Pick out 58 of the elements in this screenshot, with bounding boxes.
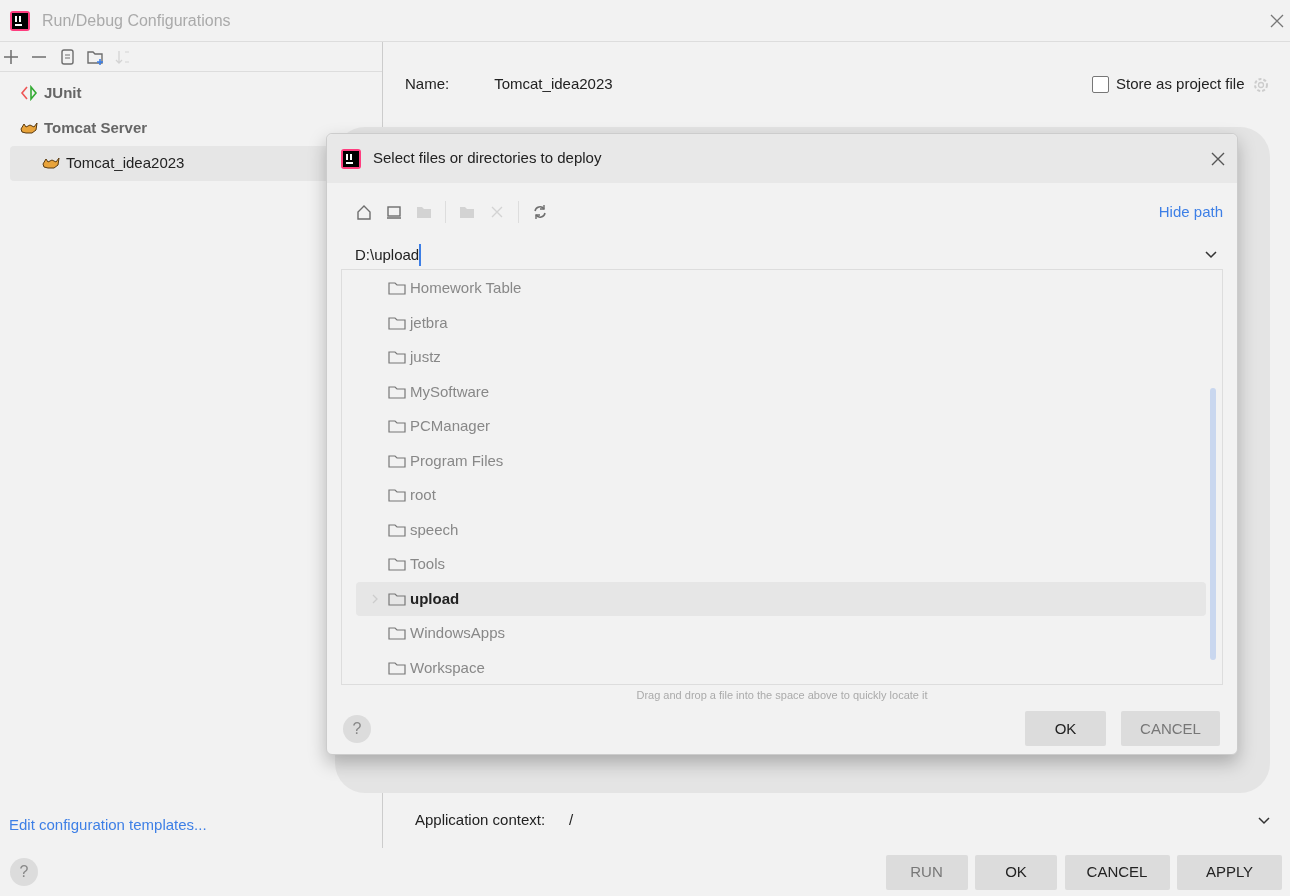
hide-path-link[interactable]: Hide path — [1158, 200, 1223, 224]
folder-icon — [388, 659, 406, 676]
folder-icon — [388, 556, 406, 573]
help-button[interactable]: ? — [10, 858, 38, 886]
close-icon[interactable] — [1270, 13, 1284, 28]
app-logo-icon — [10, 10, 30, 31]
folder-icon — [388, 452, 406, 469]
name-field[interactable]: Tomcat_idea2023 — [494, 73, 613, 96]
dialog-title: Select files or directories to deploy — [373, 148, 602, 169]
file-item[interactable]: MySoftware — [356, 374, 1206, 409]
tree-item[interactable]: Tomcat Server — [0, 110, 382, 146]
hint-text: Drag and drop a file into the space above to quickly locate it — [635, 688, 929, 703]
copy-icon[interactable] — [58, 47, 76, 66]
app-logo-icon — [341, 148, 361, 169]
checkbox[interactable] — [1091, 76, 1109, 93]
dialog-button[interactable]: OK — [1025, 711, 1106, 747]
chevron-right-icon — [372, 593, 378, 604]
desktop-icon[interactable] — [385, 203, 403, 221]
templates-link[interactable]: Edit configuration templates... — [0, 813, 382, 848]
path-field[interactable]: D:\upload — [327, 241, 1237, 269]
home-icon[interactable] — [355, 203, 373, 221]
dialog-button[interactable]: OK — [975, 854, 1057, 890]
folder-icon — [388, 487, 406, 504]
folder-icon — [388, 349, 406, 366]
file-item[interactable]: speech — [356, 512, 1206, 547]
file-item[interactable]: Program Files — [356, 443, 1206, 478]
window-title: Run/Debug Configurations — [42, 10, 231, 31]
file-item[interactable]: Tools — [356, 547, 1206, 582]
dialog-button[interactable]: CANCEL — [1064, 854, 1170, 890]
refresh-icon[interactable] — [531, 203, 549, 221]
folder-icon — [388, 418, 406, 435]
close-icon[interactable] — [1211, 151, 1225, 166]
tree-item[interactable]: JUnit — [0, 75, 382, 111]
scrollbar[interactable] — [1210, 388, 1216, 660]
folder-icon — [388, 521, 406, 538]
folder-icon — [388, 314, 406, 331]
folder-icon — [388, 625, 406, 642]
chevron-down-icon — [1258, 816, 1270, 825]
name-label: Name: — [405, 74, 450, 95]
help-button[interactable]: ? — [343, 714, 371, 743]
dialog-button[interactable]: APPLY — [1177, 854, 1282, 890]
file-item[interactable]: upload — [356, 581, 1206, 616]
file-item[interactable]: PCManager — [356, 409, 1206, 444]
folder-icon — [388, 280, 406, 297]
file-item[interactable]: WindowsApps — [356, 616, 1206, 651]
file-item[interactable]: justz — [356, 340, 1206, 375]
file-item[interactable]: root — [356, 478, 1206, 513]
folder-icon — [388, 383, 406, 400]
add-icon[interactable] — [2, 47, 20, 66]
folder-icon — [388, 590, 406, 607]
context-dropdown[interactable]: / — [569, 809, 1270, 832]
junit-icon — [20, 85, 38, 102]
file-item[interactable]: jetbra — [356, 305, 1206, 340]
file-item[interactable]: Homework Table — [356, 271, 1206, 306]
file-item[interactable]: Workspace — [356, 650, 1206, 685]
chevron-down-icon — [1205, 251, 1217, 259]
store-label: Store as project file — [1116, 74, 1245, 95]
context-label: Application context: — [415, 810, 546, 831]
